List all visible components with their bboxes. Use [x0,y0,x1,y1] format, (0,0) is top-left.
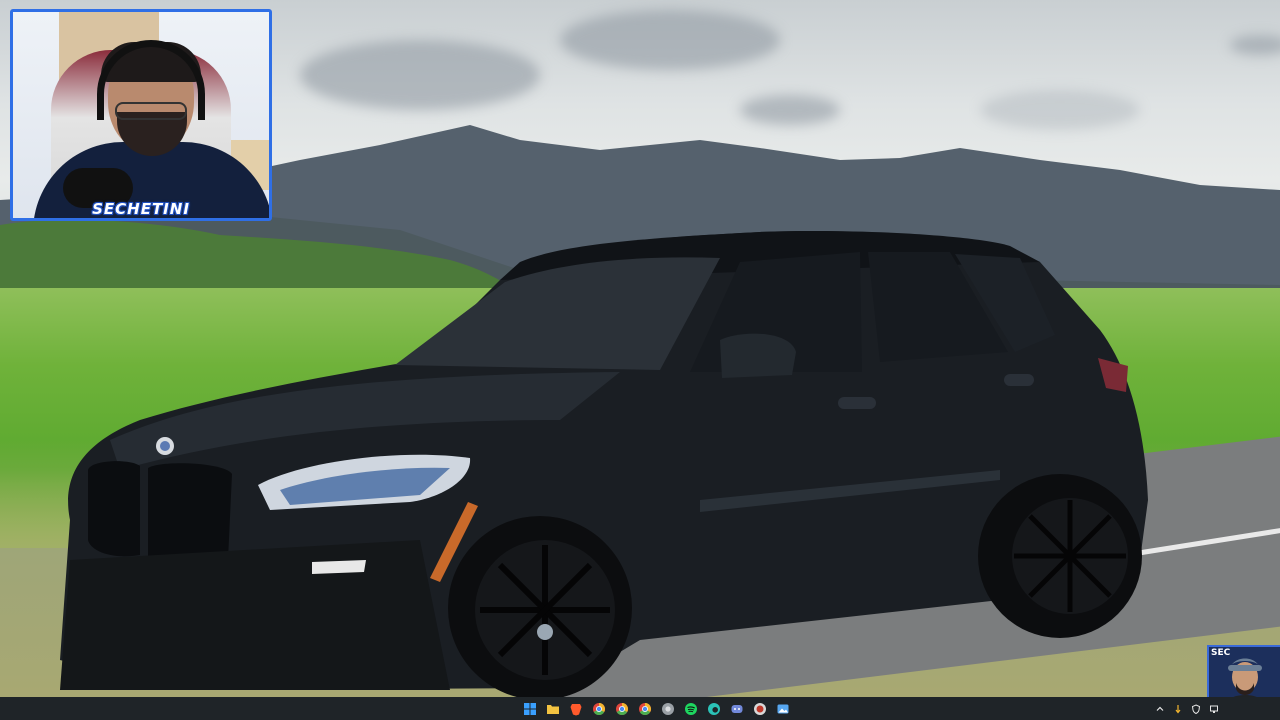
shield-icon[interactable] [1190,703,1202,715]
usb-device-icon[interactable] [1172,703,1184,715]
windows-start-icon[interactable] [521,700,539,718]
photos-icon[interactable] [774,700,792,718]
obs-icon[interactable] [751,700,769,718]
streamer-name-label: SECHETINI [92,200,190,218]
chrome-alt-profile-icon[interactable] [636,700,654,718]
chrome-icon[interactable] [590,700,608,718]
spotify-icon[interactable] [682,700,700,718]
webcam-overlay: SECHETINI [10,9,272,221]
system-tray [1154,700,1220,717]
file-explorer-icon[interactable] [544,700,562,718]
brave-browser-icon[interactable] [567,700,585,718]
discord-icon[interactable] [728,700,746,718]
taskbar [0,697,1280,720]
chrome-dev-icon[interactable] [659,700,677,718]
edge-icon[interactable] [705,700,723,718]
taskbar-pinned-apps [521,699,792,718]
show-hidden-icons-chevron-icon[interactable] [1154,703,1166,715]
chrome-profile-icon[interactable] [613,700,631,718]
network-icon[interactable] [1208,703,1220,715]
